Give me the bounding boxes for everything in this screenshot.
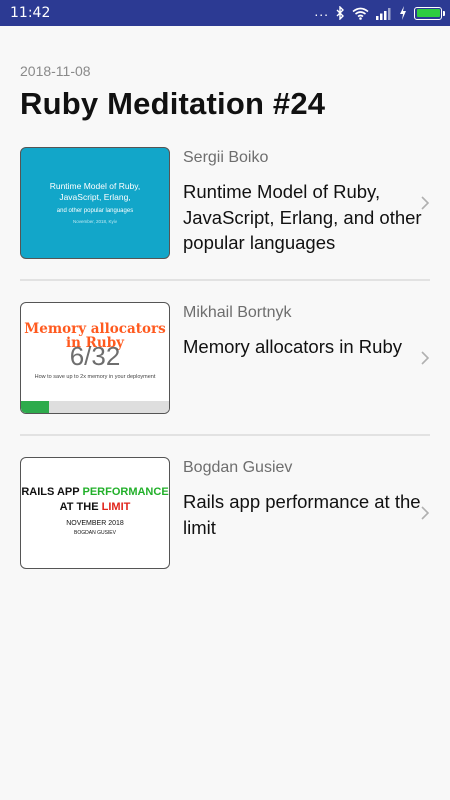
thumb-text: AT THE [59,501,99,513]
event-date: 2018-11-08 [20,63,91,79]
chevron-right-icon [421,351,430,365]
status-bar: 11:42 ... [0,0,450,26]
thumb-author: BOGDAN GUSIEV [74,530,116,536]
talk-item-memory-allocators[interactable]: Memory allocators in Ruby 6/32 How to sa… [20,302,430,415]
thumb-date: NOVEMBER 2018 [66,520,124,527]
chevron-right-icon [421,196,430,210]
talk-thumbnail: Runtime Model of Ruby, JavaScript, Erlan… [20,147,170,259]
bluetooth-icon [336,6,344,20]
slide-progress-bar [21,401,169,413]
thumb-text: and other popular languages [56,208,134,214]
talk-thumbnail: Memory allocators in Ruby 6/32 How to sa… [20,302,170,414]
thumb-heading-line: RAILS APP PERFORMANCE [21,486,169,498]
speaker-name: Bogdan Gusiev [183,459,293,476]
talk-title: Rails app performance at the limit [183,491,421,538]
wifi-icon [352,7,369,20]
speaker-name: Sergii Boiko [183,149,269,166]
thumb-text: LIMIT [101,501,131,513]
charging-icon [400,6,406,20]
thumb-text: November, 2018, Kyiv [72,219,118,224]
thumb-heading-line: AT THE LIMIT [21,501,169,513]
battery-icon [414,6,445,20]
more-notifications-icon: ... [314,3,329,19]
slide-counter: 6/32 [69,341,121,371]
speaker-name: Mikhail Bortnyk [183,304,292,321]
thumb-heading-line: Memory allocators [24,321,166,337]
status-icons: ... [314,3,445,22]
thumb-subtitle: How to save up to 2x memory in your depl… [34,374,156,380]
page-title: Ruby Meditation #24 [20,86,326,121]
talk-thumbnail: RAILS APP PERFORMANCE AT THE LIMIT NOVEM… [20,457,170,569]
talk-title: Runtime Model of Ruby, JavaScript, Erlan… [183,181,422,253]
divider [20,279,430,281]
status-time: 11:42 [10,5,51,21]
talk-item-runtime-model[interactable]: Runtime Model of Ruby, JavaScript, Erlan… [20,147,430,260]
thumb-text: PERFORMANCE [82,486,169,498]
slide-progress-fill [21,401,49,413]
talk-item-rails-performance[interactable]: RAILS APP PERFORMANCE AT THE LIMIT NOVEM… [20,457,430,570]
thumb-text: RAILS APP [21,486,80,498]
divider [20,434,430,436]
signal-icon [376,7,391,20]
chevron-right-icon [421,506,430,520]
thumb-text: Runtime Model of Ruby, [49,181,141,191]
thumb-text: JavaScript, Erlang, [59,192,131,202]
talk-title: Memory allocators in Ruby [183,336,402,357]
